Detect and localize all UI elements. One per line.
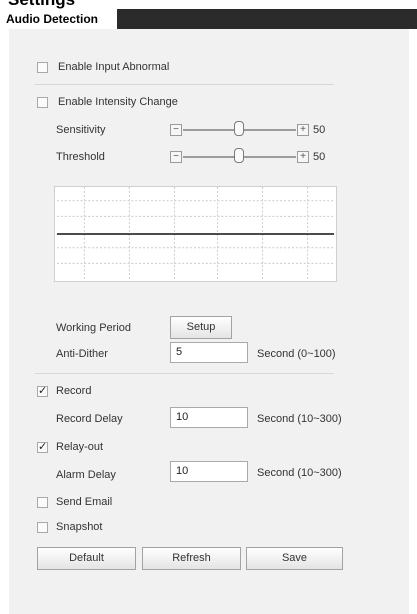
record-label: Record: [56, 385, 92, 397]
save-button[interactable]: Save: [246, 547, 343, 570]
sensitivity-increase-button[interactable]: +: [297, 124, 309, 136]
relay-out-checkbox[interactable]: [37, 440, 48, 453]
alarm-delay-unit: Second (10~300): [257, 467, 342, 479]
divider: [35, 373, 334, 374]
sensitivity-decrease-button[interactable]: −: [170, 124, 182, 136]
threshold-label: Threshold: [56, 151, 105, 163]
alarm-delay-input[interactable]: 10: [170, 461, 248, 482]
send-email-checkbox[interactable]: [37, 497, 48, 508]
relay-out-label: Relay-out: [56, 441, 104, 453]
input-abnormal-label: Enable Input Abnormal: [58, 61, 170, 73]
alarm-delay-label: Alarm Delay: [56, 469, 116, 481]
divider: [35, 84, 334, 85]
snapshot-label: Snapshot: [56, 521, 103, 533]
record-checkbox[interactable]: [37, 384, 48, 397]
threshold-slider-thumb[interactable]: [234, 148, 244, 163]
snapshot-checkbox[interactable]: [37, 522, 48, 533]
anti-dither-unit: Second (0~100): [257, 348, 336, 360]
record-delay-input[interactable]: 10: [170, 407, 248, 428]
send-email-label: Send Email: [56, 496, 113, 508]
refresh-button[interactable]: Refresh: [142, 547, 241, 570]
tab-audio-detection[interactable]: Audio Detection: [0, 9, 117, 29]
page-heading: Settings: [8, 0, 75, 9]
sensitivity-label: Sensitivity: [56, 124, 106, 136]
working-period-label: Working Period: [56, 322, 131, 334]
intensity-change-checkbox[interactable]: [37, 97, 48, 108]
setup-button[interactable]: Setup: [170, 316, 232, 339]
anti-dither-label: Anti-Dither: [56, 348, 108, 360]
audio-intensity-graph: [54, 186, 337, 282]
tab-bar: Audio Detection: [0, 9, 417, 29]
threshold-decrease-button[interactable]: −: [170, 151, 182, 163]
record-delay-unit: Second (10~300): [257, 413, 342, 425]
input-abnormal-checkbox[interactable]: [37, 62, 48, 73]
default-button[interactable]: Default: [37, 547, 136, 570]
sensitivity-slider-thumb[interactable]: [234, 121, 244, 136]
record-delay-label: Record Delay: [56, 413, 123, 425]
anti-dither-input[interactable]: 5: [170, 342, 248, 363]
top-strip: Settings: [0, 0, 417, 9]
sensitivity-value: 50: [313, 124, 326, 136]
threshold-increase-button[interactable]: +: [297, 151, 309, 163]
intensity-change-label: Enable Intensity Change: [58, 96, 178, 108]
threshold-value: 50: [313, 151, 326, 163]
